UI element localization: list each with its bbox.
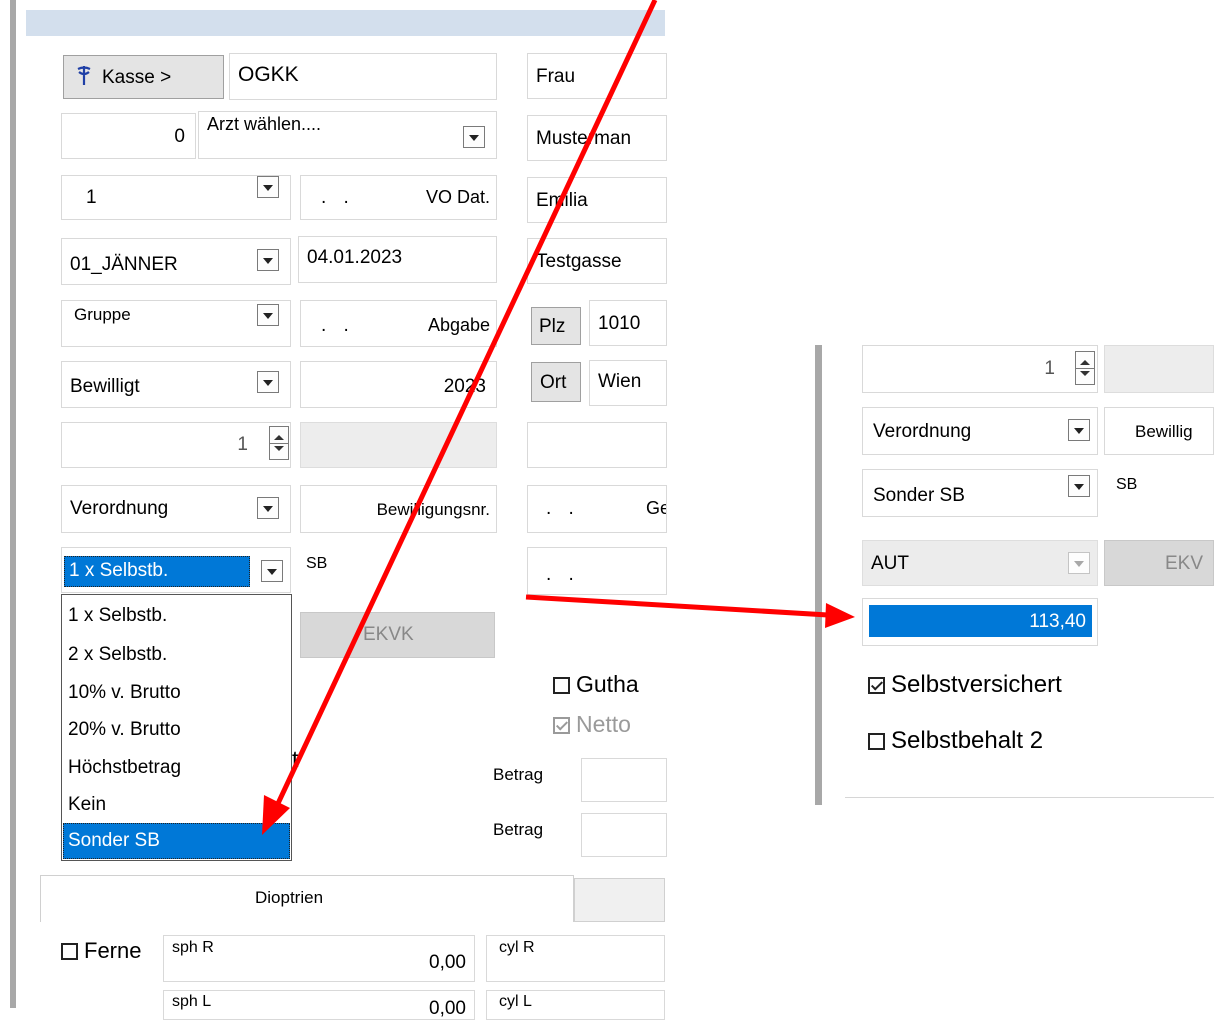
annotation-arrow-right	[525, 594, 829, 618]
annotation-arrowhead-right	[825, 603, 855, 628]
annotation-arrowhead-down	[262, 795, 290, 835]
annotation-arrow-down	[271, 0, 658, 814]
annotation-arrows	[262, 0, 855, 835]
